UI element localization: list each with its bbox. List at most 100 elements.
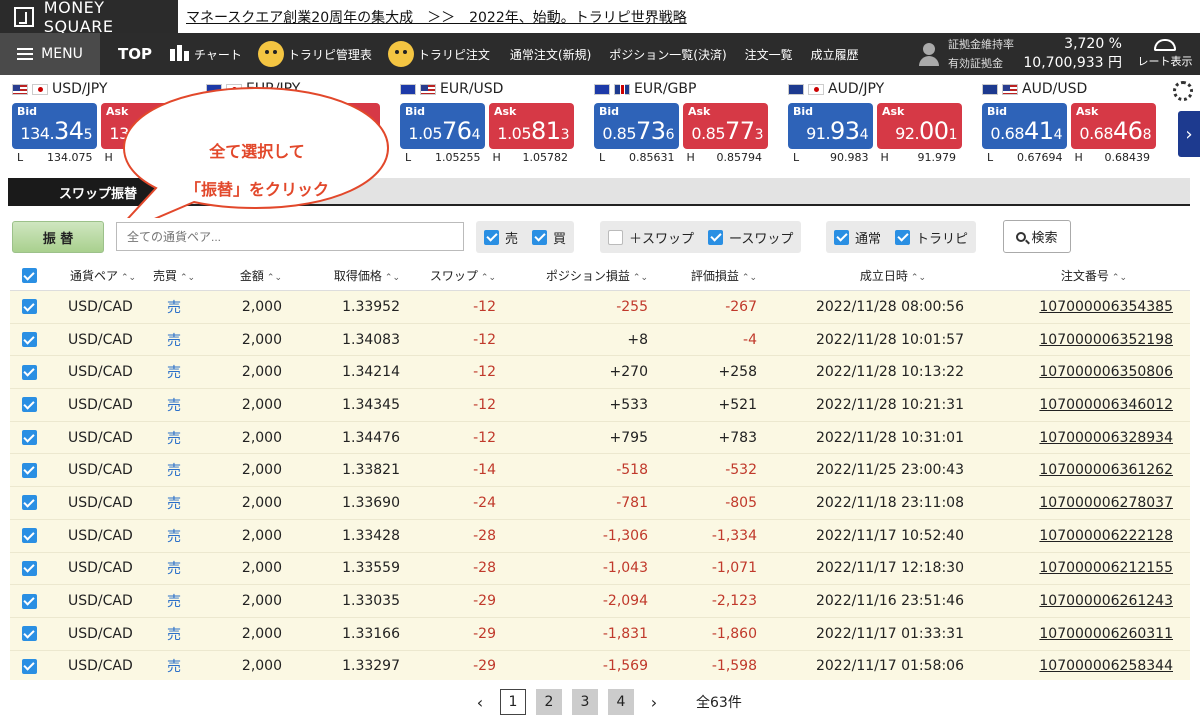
row-checkbox[interactable] bbox=[10, 299, 48, 315]
plus-swap-checkbox[interactable]: ＋スワップ bbox=[608, 228, 694, 247]
table-row[interactable]: USD/CAD 売 2,000 1.33559 -28 -1,043 -1,071 2022/… bbox=[10, 552, 1190, 586]
table-row[interactable]: USD/CAD 売 2,000 1.33166 -29 -1,831 -1,860 2022/… bbox=[10, 617, 1190, 651]
cell-order-no[interactable]: 107000006260311 bbox=[964, 626, 1173, 642]
table-row[interactable]: USD/CAD 売 2,000 1.33821 -14 -518 -532 2022/11/2… bbox=[10, 454, 1190, 488]
table-row[interactable]: USD/CAD 売 2,000 1.33690 -24 -781 -805 2022/11/1… bbox=[10, 487, 1190, 520]
transfer-button[interactable]: 振 替 bbox=[12, 221, 104, 253]
cell-date: 2022/11/16 23:51:46 bbox=[815, 593, 964, 610]
nav-trapi-order[interactable]: トラリピ注文 bbox=[387, 41, 490, 67]
menu-button[interactable]: MENU bbox=[0, 33, 100, 75]
page-2-button[interactable]: 2 bbox=[536, 689, 562, 715]
ask-price-button[interactable]: Ask 92.001 bbox=[877, 103, 962, 149]
checkbox-checked-icon bbox=[21, 268, 37, 283]
table-row[interactable]: USD/CAD 売 2,000 1.33035 -29 -2,094 -2,123 2022/… bbox=[10, 585, 1190, 618]
cell-order-no[interactable]: 107000006352198 bbox=[964, 332, 1173, 348]
buy-checkbox[interactable]: 買 bbox=[532, 228, 566, 247]
bid-tail: 4 bbox=[1053, 127, 1063, 143]
header-price[interactable]: 取得価格 ⌃⌄ bbox=[282, 267, 400, 284]
row-checkbox[interactable] bbox=[10, 430, 48, 446]
row-checkbox[interactable] bbox=[10, 560, 48, 576]
search-button[interactable]: 検索 bbox=[1003, 220, 1071, 253]
header-pl[interactable]: ポジション損益 ⌃⌄ bbox=[496, 267, 648, 284]
rate-card[interactable]: EUR/GBP Bid 0.85736 Ask 0.85773 L 0.85631 H 0… bbox=[582, 79, 768, 164]
bid-price-button[interactable]: Bid 134.345 bbox=[12, 103, 97, 149]
ask-price-button[interactable]: Ask 0.85773 bbox=[683, 103, 768, 149]
cell-order-no[interactable]: 107000006354385 bbox=[964, 299, 1173, 315]
gear-icon[interactable] bbox=[1173, 81, 1193, 101]
trapi-checkbox[interactable]: トラリピ bbox=[895, 228, 968, 247]
header-side[interactable]: 売買 ⌃⌄ bbox=[140, 267, 208, 284]
rate-card[interactable]: AUD/JPY Bid 91.934 Ask 92.001 L 90.983 H 91.9… bbox=[776, 79, 962, 164]
row-checkbox[interactable] bbox=[10, 495, 48, 511]
nav-positions[interactable]: ポジション一覧(決済) bbox=[609, 46, 726, 63]
money-square-logo[interactable]: MONEY SQUARE bbox=[0, 0, 178, 36]
cell-side: 売 bbox=[167, 659, 181, 676]
page-3-button[interactable]: 3 bbox=[572, 689, 598, 715]
low-label: L bbox=[599, 151, 606, 164]
row-checkbox[interactable] bbox=[10, 593, 48, 609]
row-checkbox[interactable] bbox=[10, 462, 48, 478]
row-checkbox[interactable] bbox=[10, 397, 48, 413]
table-row[interactable]: USD/CAD 売 2,000 1.34214 -12 +270 +258 2022/11/2… bbox=[10, 356, 1190, 390]
bid-price-button[interactable]: Bid 1.05764 bbox=[400, 103, 485, 149]
table-row[interactable]: USD/CAD 売 2,000 1.33297 -29 -1,569 -1,598 2022/… bbox=[10, 650, 1190, 680]
row-checkbox[interactable] bbox=[10, 658, 48, 674]
bid-price-button[interactable]: Bid 0.85736 bbox=[594, 103, 679, 149]
headline-link[interactable]: マネースクエア創業20周年の集大成 ＞＞ 2022年、始動。トラリピ世界戦略 bbox=[186, 7, 687, 27]
prev-page-button[interactable]: ‹ bbox=[470, 693, 490, 712]
select-all-checkbox[interactable] bbox=[10, 268, 48, 283]
header-swap[interactable]: スワップ ⌃⌄ bbox=[400, 267, 496, 284]
rate-card[interactable]: AUD/USD Bid 0.68414 Ask 0.68468 L 0.67694 H 0… bbox=[970, 79, 1156, 164]
cell-order-no[interactable]: 107000006261243 bbox=[964, 593, 1173, 609]
cell-order-no[interactable]: 107000006222128 bbox=[964, 528, 1173, 544]
row-checkbox[interactable] bbox=[10, 364, 48, 380]
currency-pair-search-input[interactable] bbox=[116, 222, 464, 251]
cell-order-no[interactable]: 107000006350806 bbox=[964, 364, 1173, 380]
nav-history[interactable]: 成立履歴 bbox=[811, 46, 859, 63]
cell-order-no[interactable]: 107000006328934 bbox=[964, 430, 1173, 446]
ask-price-button[interactable]: Ask 1.05813 bbox=[489, 103, 574, 149]
row-checkbox[interactable] bbox=[10, 528, 48, 544]
rate-card[interactable]: EUR/USD Bid 1.05764 Ask 1.05813 L 1.05255 H 1… bbox=[388, 79, 574, 164]
table-row[interactable]: USD/CAD 売 2,000 1.33428 -28 -1,306 -1,334 2022/… bbox=[10, 519, 1190, 553]
next-rates-arrow[interactable]: › bbox=[1178, 111, 1200, 157]
header-pair[interactable]: 通貨ペア ⌃⌄ bbox=[48, 267, 140, 284]
ask-price-button[interactable]: Ask 0.68468 bbox=[1071, 103, 1156, 149]
table-row[interactable]: USD/CAD 売 2,000 1.33952 -12 -255 -267 2022/11/2… bbox=[10, 291, 1190, 324]
page-4-button[interactable]: 4 bbox=[608, 689, 634, 715]
nav-top[interactable]: TOP bbox=[118, 45, 152, 63]
next-page-button[interactable]: › bbox=[644, 693, 664, 712]
ask-tail: 8 bbox=[1142, 127, 1152, 143]
bid-price-button[interactable]: Bid 91.934 bbox=[788, 103, 873, 149]
user-icon[interactable] bbox=[918, 42, 940, 66]
side-filter-group: 売 買 bbox=[476, 221, 575, 253]
row-checkbox[interactable] bbox=[10, 626, 48, 642]
nav-new-order[interactable]: 通常注文(新規) bbox=[510, 46, 591, 63]
table-row[interactable]: USD/CAD 売 2,000 1.34345 -12 +533 +521 2022/11/2… bbox=[10, 389, 1190, 422]
page-1-button[interactable]: 1 bbox=[500, 689, 526, 715]
bid-price-button[interactable]: Bid 0.68414 bbox=[982, 103, 1067, 149]
table-row[interactable]: USD/CAD 売 2,000 1.34476 -12 +795 +783 2022/11/2… bbox=[10, 421, 1190, 455]
normal-checkbox[interactable]: 通常 bbox=[834, 228, 881, 247]
nav-order-list[interactable]: 注文一覧 bbox=[745, 46, 793, 63]
header-amount[interactable]: 金額 ⌃⌄ bbox=[208, 267, 282, 284]
high-label: H bbox=[686, 151, 695, 164]
minus-swap-checkbox[interactable]: ースワップ bbox=[708, 228, 793, 247]
row-checkbox[interactable] bbox=[10, 332, 48, 348]
header-order-no[interactable]: 注文番号 ⌃⌄ bbox=[964, 267, 1173, 284]
jp-flag-icon bbox=[808, 83, 824, 95]
cell-order-no[interactable]: 107000006346012 bbox=[964, 397, 1173, 413]
header-eval[interactable]: 評価損益 ⌃⌄ bbox=[648, 267, 757, 284]
cell-order-no[interactable]: 107000006361262 bbox=[964, 462, 1173, 478]
cell-order-no[interactable]: 107000006258344 bbox=[964, 658, 1173, 674]
cell-order-no[interactable]: 107000006278037 bbox=[964, 495, 1173, 511]
nav-chart[interactable]: チャート bbox=[168, 43, 242, 65]
high-value: 0.68439 bbox=[1104, 151, 1151, 164]
table-row[interactable]: USD/CAD 売 2,000 1.34083 -12 +8 -4 2022/11/28 10… bbox=[10, 323, 1190, 357]
nav-trapi-manage[interactable]: トラリピ管理表 bbox=[257, 41, 372, 67]
sell-checkbox[interactable]: 売 bbox=[484, 228, 518, 247]
cell-price: 1.33035 bbox=[342, 593, 400, 610]
cell-order-no[interactable]: 107000006212155 bbox=[964, 560, 1173, 576]
header-date[interactable]: 成立日時 ⌃⌄ bbox=[757, 267, 964, 284]
rate-view-toggle[interactable]: レート表示 bbox=[1130, 39, 1200, 69]
